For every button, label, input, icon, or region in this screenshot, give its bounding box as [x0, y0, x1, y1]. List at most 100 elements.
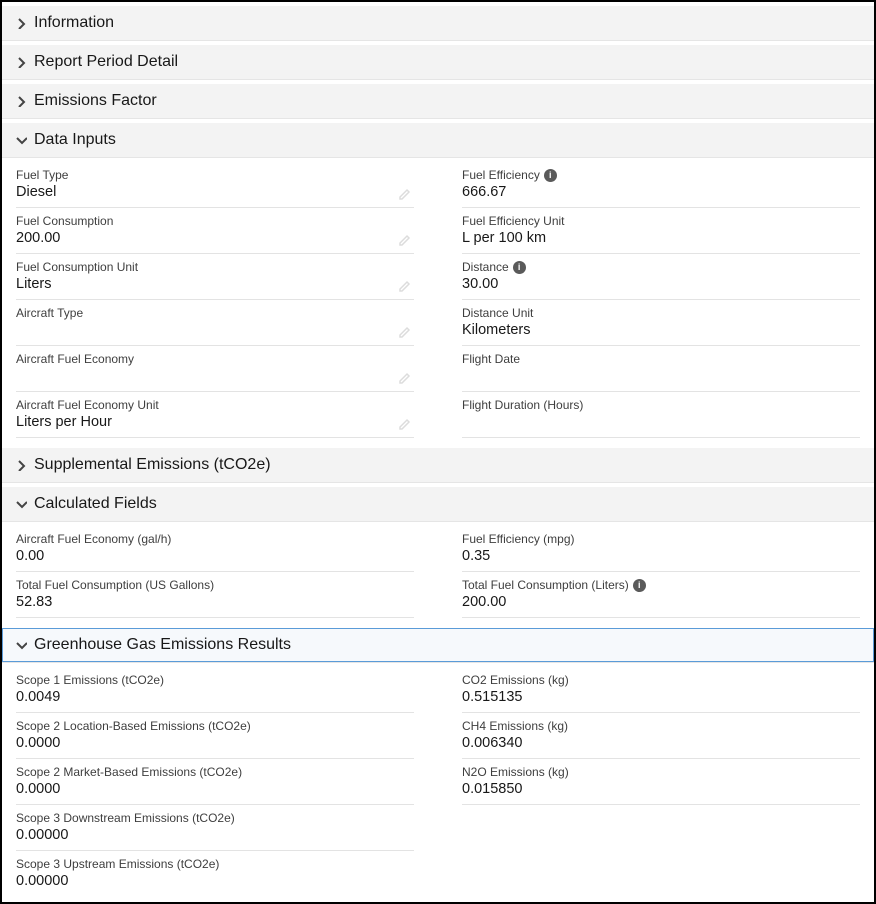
label-text: Distance [462, 260, 509, 274]
field-label: Scope 3 Upstream Emissions (tCO2e) [16, 857, 414, 871]
field-value: 0.006340 [462, 735, 860, 754]
field-value: 0.015850 [462, 781, 860, 800]
field-label: Fuel Consumption Unit [16, 260, 414, 274]
section-header-information[interactable]: Information [2, 6, 874, 41]
field-fuel-efficiency: Fuel Efficiency i 666.67 [462, 162, 860, 208]
chevron-down-icon [14, 497, 28, 511]
field-value: 0.00 [16, 548, 414, 567]
section-body-calculated: Aircraft Fuel Economy (gal/h) 0.00 Total… [2, 522, 874, 624]
section-header-calculated[interactable]: Calculated Fields [2, 487, 874, 522]
field-fuel-consumption[interactable]: Fuel Consumption 200.00 [16, 208, 414, 254]
field-scope3-downstream: Scope 3 Downstream Emissions (tCO2e) 0.0… [16, 805, 414, 851]
column-left: Scope 1 Emissions (tCO2e) 0.0049 Scope 2… [16, 667, 414, 896]
pencil-icon[interactable] [398, 371, 412, 385]
field-value: 0.00000 [16, 873, 414, 892]
field-label: Fuel Type [16, 168, 414, 182]
section-body-ghg: Scope 1 Emissions (tCO2e) 0.0049 Scope 2… [2, 663, 874, 902]
pencil-icon[interactable] [398, 233, 412, 247]
field-label: Aircraft Type [16, 306, 414, 320]
field-label: Fuel Efficiency Unit [462, 214, 860, 228]
field-value: 666.67 [462, 184, 860, 203]
field-label: Total Fuel Consumption (US Gallons) [16, 578, 414, 592]
field-value: Kilometers [462, 322, 860, 341]
pencil-icon[interactable] [398, 187, 412, 201]
field-value: 0.0049 [16, 689, 414, 708]
field-co2: CO2 Emissions (kg) 0.515135 [462, 667, 860, 713]
field-label: Fuel Efficiency (mpg) [462, 532, 860, 546]
field-value [462, 368, 860, 387]
field-label: CO2 Emissions (kg) [462, 673, 860, 687]
field-value: 30.00 [462, 276, 860, 295]
pencil-icon[interactable] [398, 279, 412, 293]
section-header-supplemental[interactable]: Supplemental Emissions (tCO2e) [2, 448, 874, 483]
field-value: 200.00 [16, 230, 414, 249]
field-label: Scope 1 Emissions (tCO2e) [16, 673, 414, 687]
field-afe-gal: Aircraft Fuel Economy (gal/h) 0.00 [16, 526, 414, 572]
field-scope3-upstream: Scope 3 Upstream Emissions (tCO2e) 0.000… [16, 851, 414, 896]
pencil-icon[interactable] [398, 417, 412, 431]
chevron-right-icon [14, 94, 28, 108]
field-n2o: N2O Emissions (kg) 0.015850 [462, 759, 860, 805]
section-title: Emissions Factor [34, 92, 157, 110]
field-label: Distance Unit [462, 306, 860, 320]
field-label: Aircraft Fuel Economy (gal/h) [16, 532, 414, 546]
section-title: Supplemental Emissions (tCO2e) [34, 456, 271, 474]
chevron-down-icon [14, 638, 28, 652]
pencil-icon[interactable] [398, 325, 412, 339]
column-right: CO2 Emissions (kg) 0.515135 CH4 Emission… [462, 667, 860, 896]
field-label: Scope 3 Downstream Emissions (tCO2e) [16, 811, 414, 825]
column-left: Fuel Type Diesel Fuel Consumption 200.00… [16, 162, 414, 438]
column-left: Aircraft Fuel Economy (gal/h) 0.00 Total… [16, 526, 414, 618]
field-label: Total Fuel Consumption (Liters) i [462, 578, 860, 592]
field-value: 0.00000 [16, 827, 414, 846]
field-value [16, 368, 414, 387]
field-fuel-type[interactable]: Fuel Type Diesel [16, 162, 414, 208]
field-value: 200.00 [462, 594, 860, 613]
section-title: Data Inputs [34, 131, 116, 149]
field-fuel-efficiency-unit: Fuel Efficiency Unit L per 100 km [462, 208, 860, 254]
field-value: 52.83 [16, 594, 414, 613]
field-value: 0.0000 [16, 781, 414, 800]
field-value: Liters per Hour [16, 414, 414, 433]
field-aircraft-type[interactable]: Aircraft Type [16, 300, 414, 346]
section-header-data-inputs[interactable]: Data Inputs [2, 123, 874, 158]
field-label: Fuel Efficiency i [462, 168, 860, 182]
section-header-ghg[interactable]: Greenhouse Gas Emissions Results [2, 628, 874, 663]
section-header-report-period[interactable]: Report Period Detail [2, 45, 874, 80]
field-ch4: CH4 Emissions (kg) 0.006340 [462, 713, 860, 759]
section-title: Information [34, 14, 114, 32]
field-label: N2O Emissions (kg) [462, 765, 860, 779]
field-label: Aircraft Fuel Economy [16, 352, 414, 366]
section-body-data-inputs: Fuel Type Diesel Fuel Consumption 200.00… [2, 158, 874, 444]
field-distance-unit: Distance Unit Kilometers [462, 300, 860, 346]
chevron-right-icon [14, 16, 28, 30]
info-icon[interactable]: i [513, 261, 526, 274]
info-icon[interactable]: i [633, 579, 646, 592]
field-label: Fuel Consumption [16, 214, 414, 228]
field-value: Diesel [16, 184, 414, 203]
field-label: Distance i [462, 260, 860, 274]
label-text: Fuel Efficiency [462, 168, 540, 182]
field-fuel-consumption-unit[interactable]: Fuel Consumption Unit Liters [16, 254, 414, 300]
field-value: Liters [16, 276, 414, 295]
field-flight-duration: Flight Duration (Hours) [462, 392, 860, 438]
field-value [16, 322, 414, 341]
info-icon[interactable]: i [544, 169, 557, 182]
field-flight-date: Flight Date [462, 346, 860, 392]
column-right: Fuel Efficiency (mpg) 0.35 Total Fuel Co… [462, 526, 860, 618]
field-value: 0.0000 [16, 735, 414, 754]
field-distance: Distance i 30.00 [462, 254, 860, 300]
chevron-down-icon [14, 133, 28, 147]
field-value: 0.515135 [462, 689, 860, 708]
field-value: L per 100 km [462, 230, 860, 249]
field-aircraft-fuel-economy[interactable]: Aircraft Fuel Economy [16, 346, 414, 392]
section-title: Report Period Detail [34, 53, 178, 71]
field-value [462, 414, 860, 433]
section-title: Greenhouse Gas Emissions Results [34, 636, 291, 654]
field-label: Flight Date [462, 352, 860, 366]
field-aircraft-fuel-economy-unit[interactable]: Aircraft Fuel Economy Unit Liters per Ho… [16, 392, 414, 438]
field-value: 0.35 [462, 548, 860, 567]
label-text: Total Fuel Consumption (Liters) [462, 578, 629, 592]
field-tfc-l: Total Fuel Consumption (Liters) i 200.00 [462, 572, 860, 618]
section-header-emissions-factor[interactable]: Emissions Factor [2, 84, 874, 119]
